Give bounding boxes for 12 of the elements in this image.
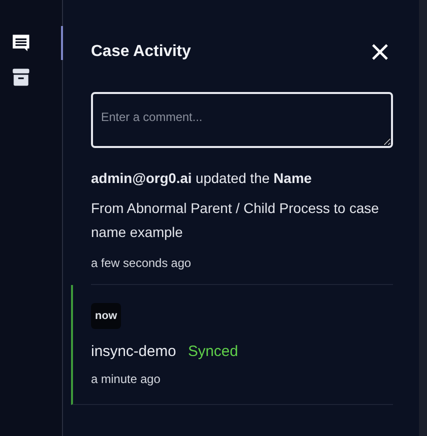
- activity-time: a few seconds ago: [91, 256, 192, 270]
- close-icon: [371, 43, 389, 61]
- comment-field[interactable]: Enter a comment...: [91, 92, 393, 148]
- activity-time: a minute ago: [91, 372, 162, 386]
- archive-icon: [10, 66, 32, 88]
- source-logo: now: [91, 303, 121, 329]
- panel-title: Case Activity: [91, 43, 191, 61]
- sync-status: Synced: [188, 343, 238, 360]
- activity-heading: admin@org0.ai updated the Name: [91, 170, 313, 186]
- source-name: insync-demo: [91, 343, 176, 360]
- comment-icon: [10, 32, 32, 54]
- activity-detail: From Abnormal Parent / Child Process to case name example: [91, 199, 380, 242]
